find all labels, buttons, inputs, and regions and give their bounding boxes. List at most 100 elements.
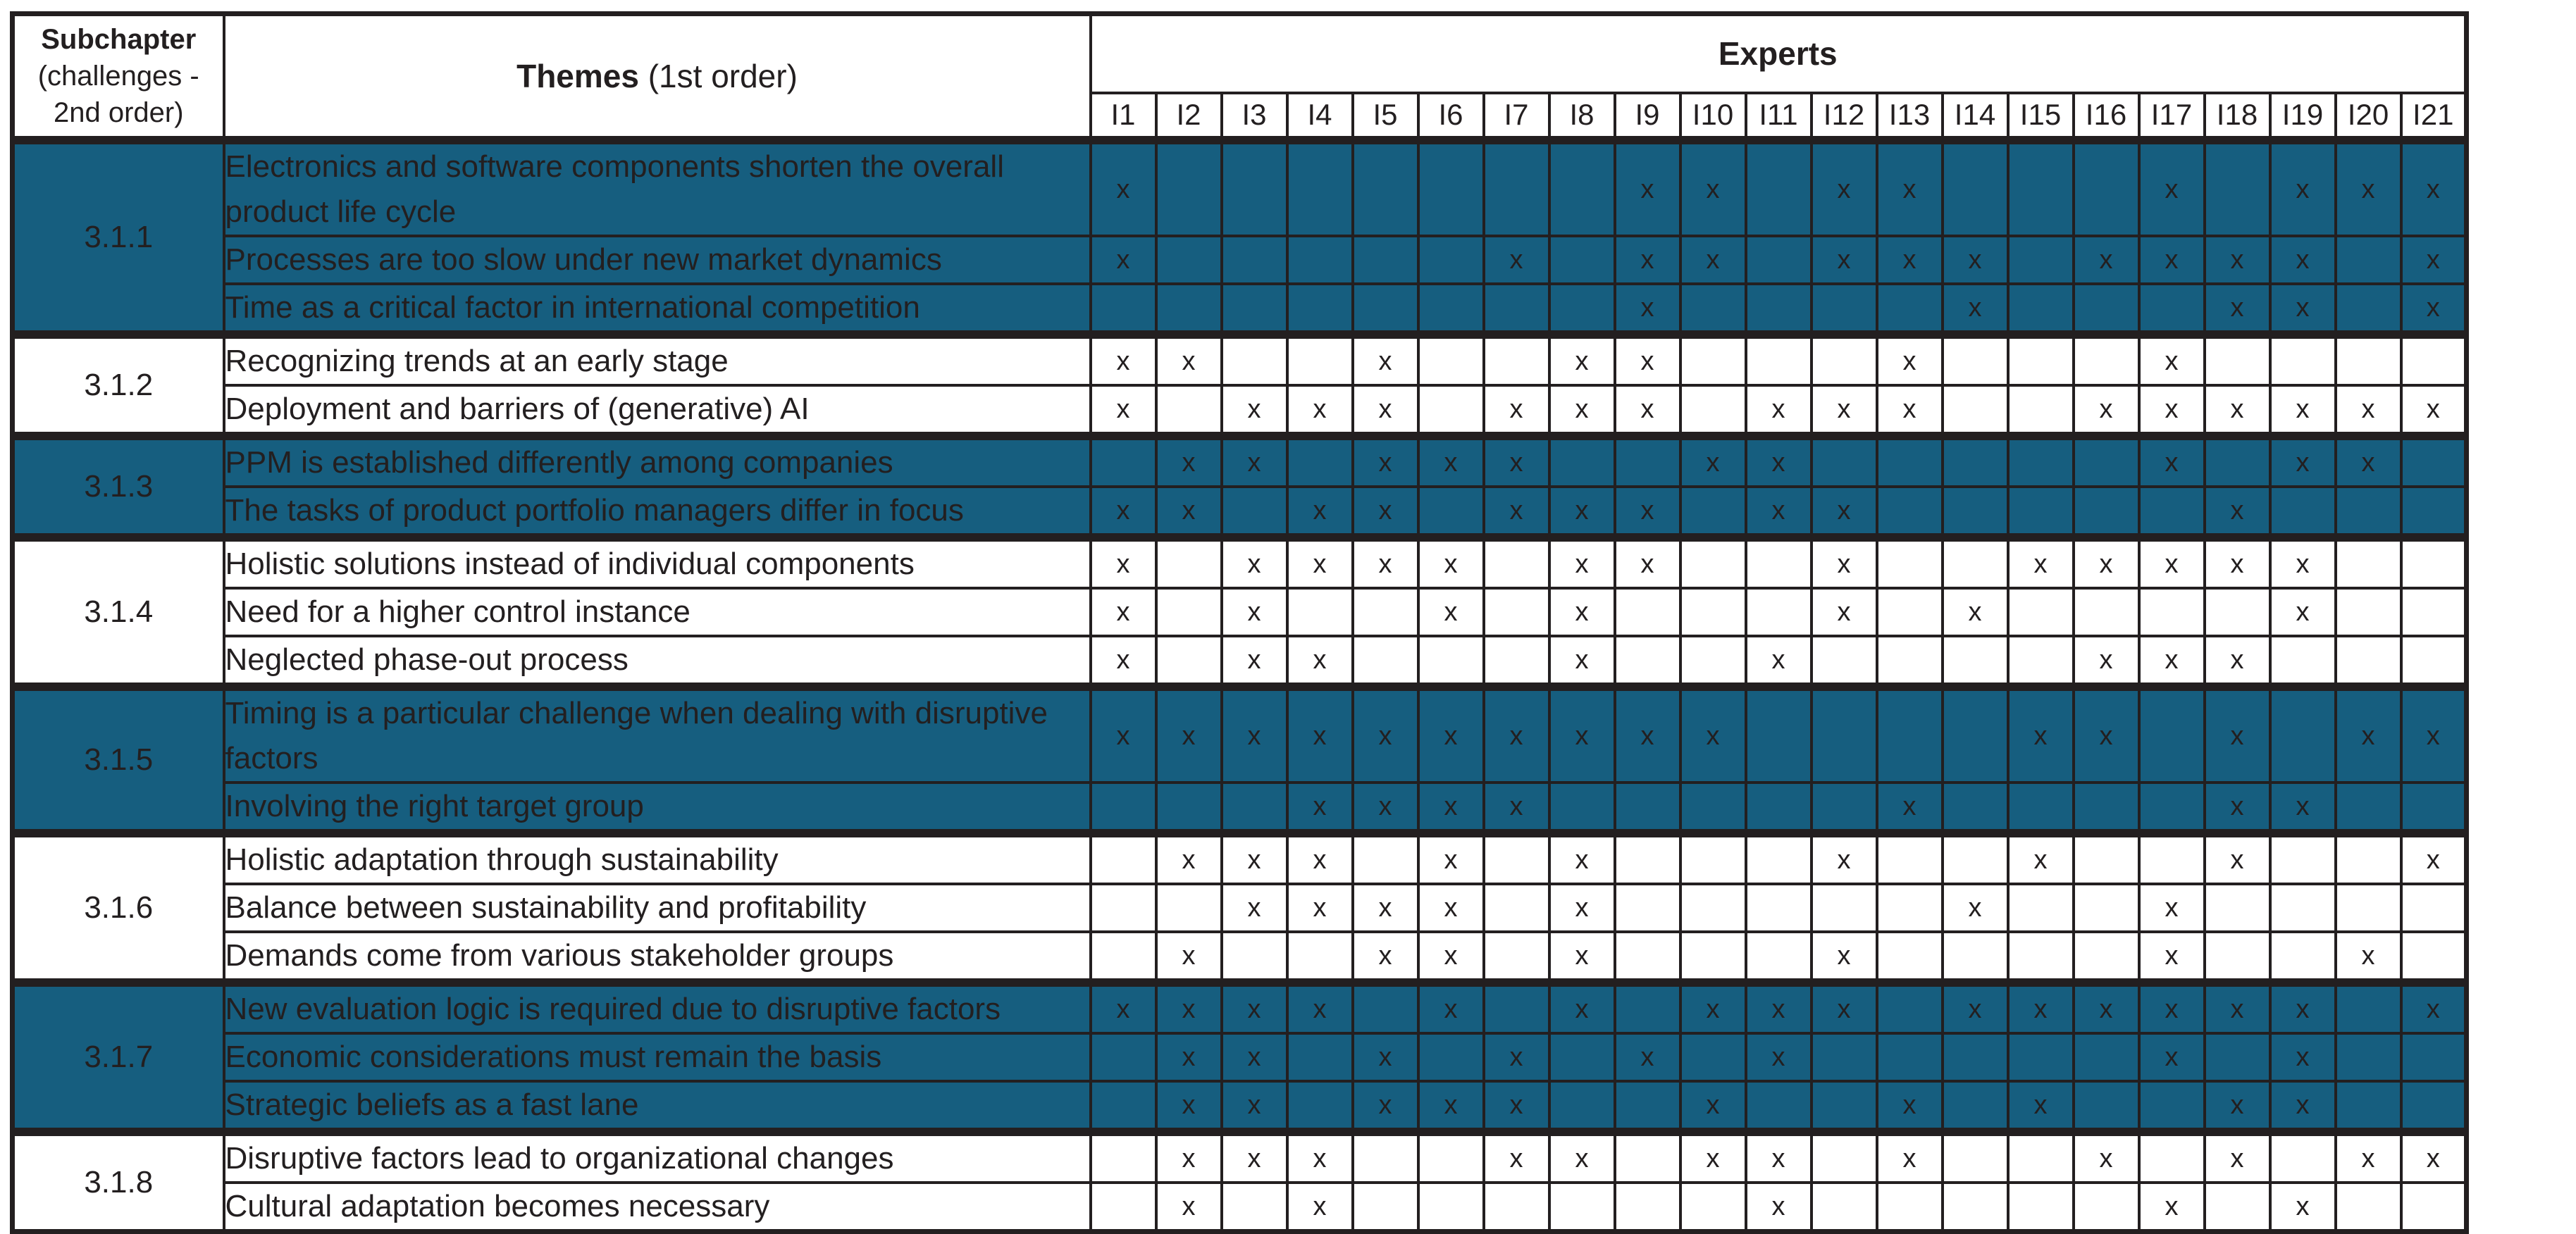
expert-empty-cell (2006, 1128, 2075, 1184)
expert-empty-cell (1089, 829, 1158, 885)
expert-empty-cell (1744, 883, 1813, 933)
expert-empty-cell (1678, 282, 1747, 336)
expert-empty-cell (1351, 587, 1420, 637)
subchapter-header: Subchapter (challenges - 2nd order) (11, 12, 225, 142)
expert-empty-cell (1875, 587, 1944, 637)
expert-empty-cell (2006, 282, 2075, 336)
expert-empty-cell (1809, 683, 1878, 784)
expert-empty-cell (1875, 533, 1944, 590)
expert-empty-cell (2137, 683, 2206, 784)
expert-mark-cell: x (1220, 883, 1289, 933)
expert-mark-cell: x (1482, 485, 1551, 539)
expert-mark-cell: x (1809, 533, 1878, 590)
expert-mark-cell: x (1089, 136, 1158, 237)
expert-mark-cell: x (1351, 330, 1420, 387)
expert-empty-cell (2137, 485, 2206, 539)
expert-empty-cell (1547, 781, 1616, 835)
expert-mark-cell: x (1678, 432, 1747, 488)
expert-empty-cell (1089, 930, 1158, 984)
subchapter-cell: 3.1.5 (11, 683, 225, 835)
expert-mark-cell: x (2334, 930, 2403, 984)
theme-cell: Holistic solutions instead of individual… (222, 533, 1092, 590)
expert-empty-cell (1875, 432, 1944, 488)
expert-empty-cell (1547, 1181, 1616, 1233)
theme-cell: Demands come from various stakeholder gr… (222, 930, 1092, 984)
expert-mark-cell: x (2072, 978, 2141, 1035)
expert-empty-cell (2399, 781, 2468, 835)
expert-mark-cell: x (1089, 330, 1158, 387)
expert-id-header: I18 (2203, 91, 2272, 145)
expert-mark-cell: x (2268, 235, 2337, 285)
expert-empty-cell (2006, 635, 2075, 688)
expert-empty-cell (1613, 930, 1682, 984)
expert-id-header: I20 (2334, 91, 2403, 145)
expert-empty-cell (1351, 136, 1420, 237)
expert-mark-cell: x (1875, 1080, 1944, 1133)
expert-id-header: I2 (1154, 91, 1223, 145)
expert-empty-cell (2203, 330, 2272, 387)
expert-empty-cell (1351, 1128, 1420, 1184)
expert-mark-cell: x (2006, 1080, 2075, 1133)
table-row: Neglected phase-out process x x x x x x x x (13, 635, 2468, 688)
expert-mark-cell: x (1089, 635, 1158, 688)
expert-empty-cell (1940, 136, 2010, 237)
expert-empty-cell (1351, 635, 1420, 688)
expert-mark-cell: x (2006, 533, 2075, 590)
expert-id-header: I16 (2072, 91, 2141, 145)
expert-empty-cell (1613, 978, 1682, 1035)
expert-mark-cell: x (1940, 883, 2010, 933)
table-row: 3.1.1 Electronics and software components… (11, 136, 2468, 336)
expert-mark-cell: x (1678, 235, 1747, 285)
expert-empty-cell (1940, 533, 2010, 590)
expert-id-header: I3 (1220, 91, 1289, 145)
expert-empty-cell (1154, 235, 1223, 285)
expert-empty-cell (2334, 978, 2403, 1035)
expert-mark-cell: x (2072, 533, 2141, 590)
expert-empty-cell (1220, 485, 1289, 539)
expert-empty-cell (1678, 1181, 1747, 1233)
expert-mark-cell: x (1089, 235, 1158, 285)
expert-mark-cell: x (1089, 485, 1158, 539)
expert-empty-cell (2268, 330, 2337, 387)
expert-empty-cell (1875, 1032, 1944, 1083)
expert-empty-cell (1809, 1032, 1878, 1083)
expert-mark-cell: x (1416, 883, 1485, 933)
expert-empty-cell (1875, 683, 1944, 784)
expert-empty-cell (1416, 384, 1485, 437)
expert-mark-cell: x (1547, 587, 1616, 637)
expert-empty-cell (1613, 635, 1682, 688)
expert-empty-cell (1089, 1080, 1158, 1133)
table-row: 3.1.8 Disruptive factors lead to organiza… (11, 1128, 2468, 1233)
expert-mark-cell: x (2268, 136, 2337, 237)
expert-mark-cell: x (1154, 1128, 1223, 1184)
expert-empty-cell (1940, 330, 2010, 387)
expert-empty-cell (2399, 635, 2468, 688)
expert-mark-cell: x (2137, 235, 2206, 285)
expert-mark-cell: x (2399, 282, 2468, 336)
expert-mark-cell: x (1875, 235, 1944, 285)
expert-empty-cell (2334, 1181, 2403, 1233)
expert-mark-cell: x (2137, 533, 2206, 590)
table-row: Economic considerations must remain the … (13, 1032, 2468, 1083)
expert-empty-cell (2137, 1080, 2206, 1133)
expert-empty-cell (1940, 829, 2010, 885)
expert-mark-cell: x (1875, 781, 1944, 835)
expert-empty-cell (2268, 485, 2337, 539)
expert-mark-cell: x (1220, 587, 1289, 637)
expert-empty-cell (2203, 1032, 2272, 1083)
table-row: Balance between sustainability and profi… (13, 883, 2468, 933)
expert-empty-cell (2006, 1032, 2075, 1083)
expert-mark-cell: x (1482, 1128, 1551, 1184)
expert-id-header: I6 (1416, 91, 1485, 145)
expert-empty-cell (2203, 1181, 2272, 1233)
expert-empty-cell (1875, 1181, 1944, 1233)
expert-empty-cell (1220, 282, 1289, 336)
expert-mark-cell: x (1220, 432, 1289, 488)
expert-mark-cell: x (1285, 883, 1354, 933)
expert-empty-cell (1154, 883, 1223, 933)
expert-empty-cell (1089, 1032, 1158, 1083)
expert-empty-cell (1416, 485, 1485, 539)
expert-empty-cell (2137, 781, 2206, 835)
expert-empty-cell (2072, 930, 2141, 984)
expert-mark-cell: x (1285, 978, 1354, 1035)
